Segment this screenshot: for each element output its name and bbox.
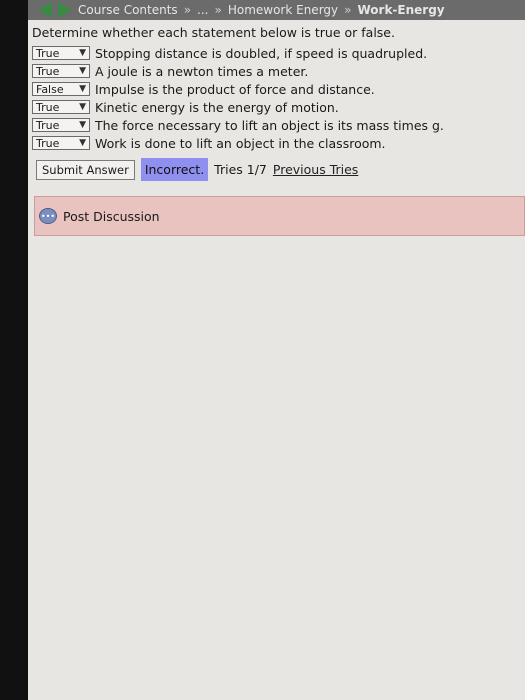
statement-row: True ▼ Work is done to lift an object in…	[32, 134, 444, 152]
forward-arrow-icon[interactable]	[58, 2, 72, 18]
truefalse-select[interactable]: True ▼	[32, 64, 90, 78]
statement-list: True ▼ Stopping distance is doubled, if …	[32, 44, 444, 152]
breadcrumb-ellipsis[interactable]: ...	[197, 3, 208, 17]
statement-text: The force necessary to lift an object is…	[95, 117, 444, 133]
chevron-down-icon: ▼	[79, 102, 86, 112]
truefalse-select[interactable]: True ▼	[32, 118, 90, 132]
statement-row: True ▼ Kinetic energy is the energy of m…	[32, 98, 444, 116]
breadcrumb-separator: »	[214, 3, 222, 17]
tries-count: Tries 1/7	[214, 162, 267, 177]
post-discussion-label: Post Discussion	[63, 208, 160, 224]
select-value: True	[36, 118, 60, 132]
statement-text: Kinetic energy is the energy of motion.	[95, 99, 339, 115]
chevron-down-icon: ▼	[79, 84, 86, 94]
statement-row: True ▼ Stopping distance is doubled, if …	[32, 44, 444, 62]
chevron-down-icon: ▼	[79, 48, 86, 58]
truefalse-select[interactable]: True ▼	[32, 100, 90, 114]
answer-actions: Submit Answer Incorrect. Tries 1/7 Previ…	[36, 158, 358, 181]
statement-text: A joule is a newton times a meter.	[95, 63, 309, 79]
submit-answer-button[interactable]: Submit Answer	[36, 159, 135, 180]
breadcrumb-bar: Course Contents » ... » Homework Energy …	[28, 0, 525, 20]
statement-row: True ▼ A joule is a newton times a meter…	[32, 62, 444, 80]
breadcrumb-separator: »	[183, 3, 192, 17]
post-discussion-bar[interactable]: ••• Post Discussion	[34, 196, 525, 236]
back-arrow-icon[interactable]	[38, 2, 52, 18]
truefalse-select[interactable]: False ▼	[32, 82, 90, 96]
select-value: False	[36, 82, 64, 96]
discussion-bubble-icon: •••	[39, 208, 57, 224]
statement-text: Impulse is the product of force and dist…	[95, 81, 375, 97]
chevron-down-icon: ▼	[79, 138, 86, 148]
previous-tries-link[interactable]: Previous Tries	[273, 162, 358, 177]
chevron-down-icon: ▼	[79, 66, 86, 76]
breadcrumb-course-contents[interactable]: Course Contents	[78, 3, 178, 17]
statement-row: True ▼ The force necessary to lift an ob…	[32, 116, 444, 134]
statement-row: False ▼ Impulse is the product of force …	[32, 80, 444, 98]
select-value: True	[36, 100, 60, 114]
breadcrumb-homework-energy[interactable]: Homework Energy	[228, 3, 338, 17]
breadcrumb-separator: »	[344, 3, 352, 17]
statement-text: Stopping distance is doubled, if speed i…	[95, 45, 428, 61]
problem-content: Determine whether each statement below i…	[28, 20, 525, 700]
question-prompt: Determine whether each statement below i…	[32, 25, 395, 40]
select-value: True	[36, 136, 60, 150]
chevron-down-icon: ▼	[79, 120, 86, 130]
truefalse-select[interactable]: True ▼	[32, 46, 90, 60]
select-value: True	[36, 64, 60, 78]
breadcrumb-work-energy[interactable]: Work-Energy	[357, 3, 444, 17]
status-badge: Incorrect.	[140, 158, 209, 181]
left-dark-edge	[0, 0, 28, 700]
truefalse-select[interactable]: True ▼	[32, 136, 90, 150]
select-value: True	[36, 46, 60, 60]
statement-text: Work is done to lift an object in the cl…	[95, 135, 386, 151]
